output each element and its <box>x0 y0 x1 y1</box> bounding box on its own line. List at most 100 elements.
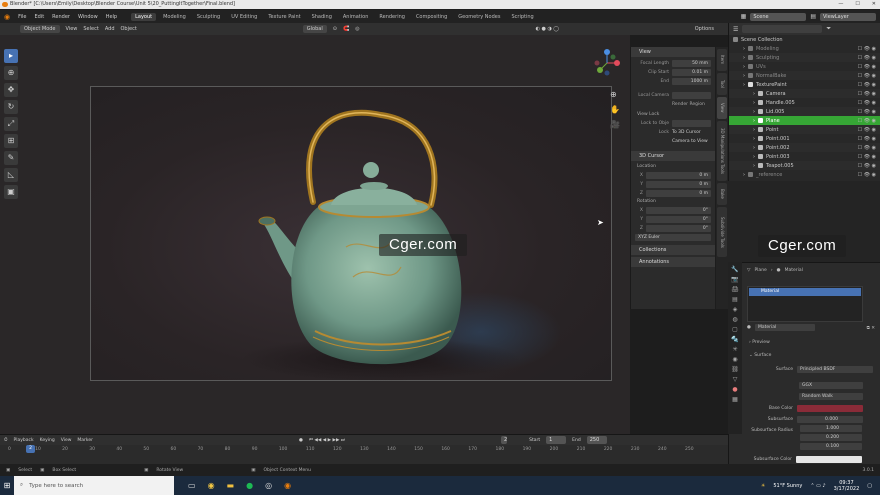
expand-chevron-icon[interactable]: › <box>753 109 755 115</box>
visibility-toggle-icons[interactable]: ☐ 👁 ◉ <box>858 127 876 133</box>
focal-length-field[interactable]: 50 mm <box>672 59 711 67</box>
base-color-swatch[interactable] <box>797 405 863 412</box>
camera-view-icon[interactable]: 🎥 <box>610 120 620 129</box>
rot-y-field[interactable]: 0° <box>646 215 711 223</box>
tool-tab-icon[interactable]: 🔧 <box>731 266 738 273</box>
outliner-row[interactable]: › NormalBake ☐ 👁 ◉ <box>729 71 880 80</box>
options-dropdown[interactable]: Options <box>695 26 714 32</box>
constraints-tab-icon[interactable]: ⛓ <box>731 366 739 373</box>
playback-controls[interactable]: ⏮ ◀◀ ◀ ▶ ▶▶ ⏭ <box>309 437 345 443</box>
view-layer-tab-icon[interactable]: ▤ <box>732 296 738 303</box>
tab-geometry-nodes[interactable]: Geometry Nodes <box>454 13 504 21</box>
record-icon[interactable]: ● <box>299 438 303 443</box>
local-camera-field[interactable] <box>672 91 711 99</box>
pivot-icon[interactable]: ⊙ <box>333 26 337 32</box>
tab-sculpting[interactable]: Sculpting <box>193 13 224 21</box>
visibility-toggle-icons[interactable]: ☐ 👁 ◉ <box>858 172 876 178</box>
expand-chevron-icon[interactable]: › <box>753 118 755 124</box>
menu-view[interactable]: View <box>66 26 78 32</box>
to-3d-cursor-checkbox[interactable]: To 3D Cursor <box>672 130 701 135</box>
render-region-row[interactable]: Render Region <box>631 100 715 108</box>
collections-header[interactable]: Collections <box>631 245 715 255</box>
visibility-toggle-icons[interactable]: ☐ 👁 ◉ <box>858 154 876 160</box>
timeline-ruler[interactable]: 0 10 20 30 40 50 60 70 80 90 100 110 120 130 140 150 160… <box>0 445 728 454</box>
render-tab-icon[interactable]: 📷 <box>731 276 738 283</box>
expand-chevron-icon[interactable]: › <box>743 73 745 79</box>
windows-start-icon[interactable]: ⊞ <box>0 476 14 495</box>
clip-start-field[interactable]: 0.01 m <box>672 68 711 76</box>
expand-chevron-icon[interactable]: › <box>743 46 745 52</box>
radius-x-field[interactable]: 1.000 <box>800 425 862 432</box>
outliner-row[interactable]: › TexturePaint ☐ 👁 ◉ <box>729 80 880 89</box>
menu-help[interactable]: Help <box>106 14 117 20</box>
preview-section[interactable]: › Preview <box>749 340 770 345</box>
cursor-icon[interactable]: ⊕ <box>4 66 18 80</box>
object-tab-icon[interactable]: ▢ <box>732 326 738 333</box>
world-tab-icon[interactable]: ◍ <box>732 316 737 323</box>
tab-shading[interactable]: Shading <box>308 13 336 21</box>
expand-chevron-icon[interactable]: › <box>753 145 755 151</box>
timeline-editor-icon[interactable]: ⏱ <box>4 437 8 443</box>
add-cube-icon[interactable]: ▣ <box>4 185 18 199</box>
select-box-icon[interactable]: ▸ <box>4 49 18 63</box>
move-icon[interactable]: ✥ <box>4 83 18 97</box>
outliner-display-icon[interactable]: ☰ <box>733 26 738 33</box>
view-layer-field[interactable]: ViewLayer <box>820 12 876 21</box>
expand-chevron-icon[interactable]: › <box>753 91 755 97</box>
menu-window[interactable]: Window <box>78 14 98 20</box>
rot-x-field[interactable]: 0° <box>646 206 711 214</box>
blender-menu-icon[interactable]: ◉ <box>4 13 10 21</box>
annotate-icon[interactable]: ✎ <box>4 151 18 165</box>
transform-icon[interactable]: ⊞ <box>4 134 18 148</box>
outliner-row[interactable]: › _reference ☐ 👁 ◉ <box>729 170 880 179</box>
menu-marker[interactable]: Marker <box>77 438 93 443</box>
expand-chevron-icon[interactable]: › <box>753 163 755 169</box>
pan-hand-icon[interactable]: ✋ <box>610 105 620 114</box>
radius-y-field[interactable]: 0.200 <box>800 434 862 441</box>
outliner-row[interactable]: › Modeling ☐ 👁 ◉ <box>729 44 880 53</box>
tab-texture-paint[interactable]: Texture Paint <box>264 13 304 21</box>
close-button[interactable]: ✕ <box>872 0 876 9</box>
menu-select[interactable]: Select <box>83 26 98 32</box>
tab-scripting[interactable]: Scripting <box>507 13 537 21</box>
outliner-row[interactable]: › Point ☐ 👁 ◉ <box>729 125 880 134</box>
rotation-mode-dropdown[interactable]: XYZ Euler <box>635 233 711 241</box>
annotations-header[interactable]: Annotations <box>631 257 715 267</box>
visibility-toggle-icons[interactable]: ☐ 👁 ◉ <box>858 91 876 97</box>
expand-chevron-icon[interactable]: › <box>743 82 745 88</box>
rot-z-field[interactable]: 0° <box>646 224 711 232</box>
tab-modeling[interactable]: Modeling <box>159 13 190 21</box>
spotify-icon[interactable]: ● <box>246 481 253 490</box>
expand-chevron-icon[interactable]: › <box>753 100 755 106</box>
current-frame-field[interactable]: 2 <box>500 436 508 444</box>
visibility-toggle-icons[interactable]: ☐ 👁 ◉ <box>858 163 876 169</box>
physics-tab-icon[interactable]: ◉ <box>732 356 737 363</box>
visibility-toggle-icons[interactable]: ☐ 👁 ◉ <box>858 109 876 115</box>
menu-file[interactable]: File <box>18 14 26 20</box>
subsurface-color-swatch[interactable] <box>796 456 862 463</box>
expand-chevron-icon[interactable]: › <box>753 136 755 142</box>
notifications-icon[interactable]: ▢ <box>867 483 872 489</box>
outliner-row[interactable]: › Handle.005 ☐ 👁 ◉ <box>729 98 880 107</box>
measure-icon[interactable]: ◺ <box>4 168 18 182</box>
view-lock-header[interactable]: View Lock <box>631 111 715 119</box>
material-tab-icon[interactable]: ● <box>732 386 737 393</box>
blender-taskbar-icon[interactable]: ◉ <box>284 481 291 490</box>
start-frame-field[interactable]: 1 <box>546 436 567 444</box>
minimize-button[interactable]: — <box>838 0 843 9</box>
taskbar-search-box[interactable]: ⌕ Type here to search <box>14 476 174 495</box>
outliner-row[interactable]: › Point.001 ☐ 👁 ◉ <box>729 134 880 143</box>
visibility-toggle-icons[interactable]: ☐ 👁 ◉ <box>858 100 876 106</box>
menu-timeline-view[interactable]: View <box>61 438 72 443</box>
visibility-toggle-icons[interactable]: ☐ 👁 ◉ <box>858 46 876 52</box>
expand-chevron-icon[interactable]: › <box>743 55 745 61</box>
outliner-row[interactable]: › Lid.005 ☐ 👁 ◉ <box>729 107 880 116</box>
modifier-tab-icon[interactable]: 🔩 <box>731 336 738 343</box>
distribution-dropdown[interactable]: GGX <box>799 382 863 389</box>
subsurface-method-dropdown[interactable]: Random Walk <box>799 393 863 400</box>
rotate-icon[interactable]: ↻ <box>4 100 18 114</box>
visibility-toggle-icons[interactable]: ☐ 👁 ◉ <box>858 145 876 151</box>
scene-collection-row[interactable]: Scene Collection <box>729 35 880 44</box>
clip-end-field[interactable]: 1000 m <box>672 77 711 85</box>
visibility-toggle-icons[interactable]: ☐ 👁 ◉ <box>858 73 876 79</box>
